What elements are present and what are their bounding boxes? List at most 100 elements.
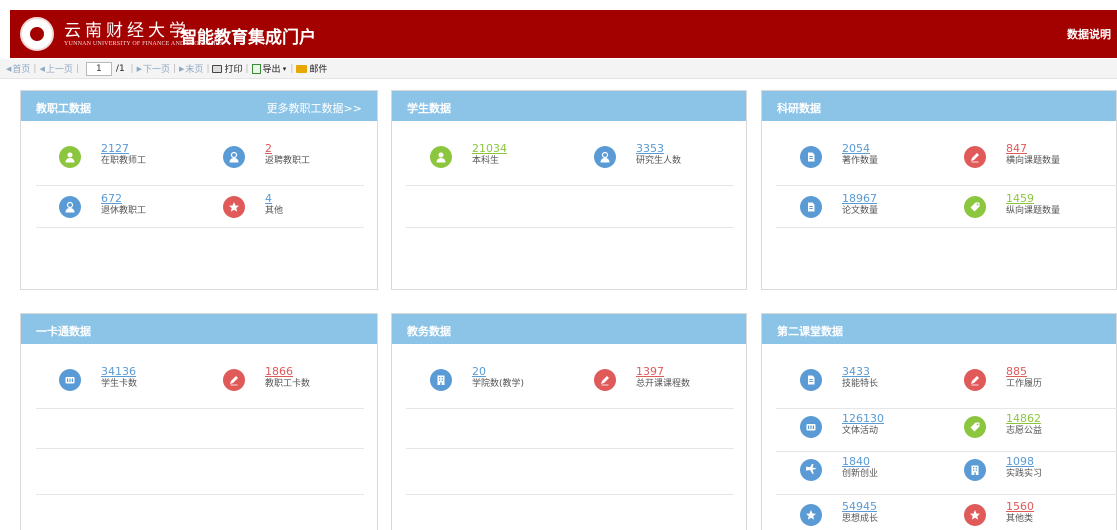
stat-label: 创新创业: [842, 469, 879, 479]
stat-value-link[interactable]: 2: [265, 143, 310, 155]
top-header: 云南财经大学 YUNNAN UNIVERSITY OF FINANCE AND …: [10, 10, 1117, 58]
stat-value-link[interactable]: 1098: [1006, 456, 1042, 468]
last-page-label: 末页: [185, 65, 204, 75]
stat-label: 研究生人数: [636, 156, 682, 166]
pencil-icon: [964, 146, 986, 168]
stat-item: 20 学院数(教学): [430, 366, 524, 391]
stat-value-link[interactable]: 54945: [842, 501, 878, 513]
first-page-button[interactable]: ◀ 首页: [6, 62, 31, 76]
stat-value-link[interactable]: 672: [101, 193, 146, 205]
stat-value-link[interactable]: 1459: [1006, 193, 1060, 205]
stat-value-link[interactable]: 2054: [842, 143, 878, 155]
stat-value-link[interactable]: 18967: [842, 193, 878, 205]
stat-label: 本科生: [472, 156, 500, 166]
document-icon: [800, 146, 822, 168]
stat-value-link[interactable]: 20: [472, 366, 524, 378]
person-icon: [59, 146, 81, 168]
row-divider: [776, 494, 1117, 495]
one-card-data-card: 一卡通数据 34136 学生卡数 1866 教职工卡数: [20, 313, 378, 530]
stat-value-link[interactable]: 34136: [101, 366, 137, 378]
mail-button[interactable]: 邮件: [296, 62, 327, 75]
stat-value-link[interactable]: 4: [265, 193, 283, 205]
person-icon: [430, 146, 452, 168]
stat-label: 其他类: [1006, 514, 1034, 524]
document-icon: [800, 369, 822, 391]
stat-label: 技能特长: [842, 379, 879, 389]
printer-icon: [212, 64, 223, 73]
card-header: 科研数据: [762, 91, 1116, 121]
page-total: /1: [115, 63, 125, 74]
stat-item: 672 退休教职工: [59, 193, 146, 218]
toolbar-separator: |: [245, 63, 249, 74]
export-button[interactable]: 导出 ▾: [251, 62, 288, 75]
stat-item: 126130 文体活动: [800, 413, 884, 438]
row-divider: [406, 494, 734, 495]
student-data-card: 学生数据 21034 本科生 3353 研究生人数: [391, 90, 747, 290]
stat-item: 885 工作履历: [964, 366, 1042, 391]
more-staff-data-link[interactable]: 更多教职工数据>>: [267, 100, 362, 116]
building-icon: [430, 369, 452, 391]
mail-label: 邮件: [309, 65, 328, 75]
stat-label: 学院数(教学): [472, 379, 525, 389]
stat-item: 14862 志愿公益: [964, 413, 1042, 438]
stat-label: 工作履历: [1006, 379, 1043, 389]
star-icon: [800, 504, 822, 526]
stat-value-link[interactable]: 885: [1006, 366, 1042, 378]
card-header: 第二课堂数据: [762, 314, 1116, 344]
row-divider: [36, 448, 364, 449]
first-page-icon: ◀: [6, 64, 12, 73]
stat-item: 2 返聘教职工: [223, 143, 310, 168]
first-page-label: 首页: [12, 65, 31, 75]
export-label: 导出: [262, 65, 281, 75]
export-icon: [251, 63, 261, 74]
last-page-button[interactable]: ▶ 末页: [179, 62, 204, 76]
stat-item: 1459 纵向课题数量: [964, 193, 1060, 218]
row-divider: [36, 408, 364, 409]
stat-label: 总开课课程数: [636, 379, 691, 389]
stat-value-link[interactable]: 1840: [842, 456, 878, 468]
stat-value-link[interactable]: 1866: [265, 366, 310, 378]
stat-item: 3433 技能特长: [800, 366, 878, 391]
university-name: 云南财经大学: [64, 21, 190, 41]
stat-value-link[interactable]: 1397: [636, 366, 690, 378]
stat-item: 18967 论文数量: [800, 193, 878, 218]
print-button[interactable]: 打印: [212, 62, 243, 75]
page-number-input[interactable]: [85, 61, 112, 76]
id-card-icon: [59, 369, 81, 391]
stat-value-link[interactable]: 1560: [1006, 501, 1034, 513]
card-title: 学生数据: [407, 102, 451, 115]
prev-page-label: 上一页: [45, 65, 73, 75]
stat-label: 实践实习: [1006, 469, 1043, 479]
person-badge-icon: [594, 146, 616, 168]
star-icon: [964, 504, 986, 526]
stat-item: 2054 著作数量: [800, 143, 878, 168]
stat-value-link[interactable]: 3353: [636, 143, 681, 155]
portal-title: 智能教育集成门户: [180, 28, 316, 48]
chevron-down-icon: ▾: [280, 64, 287, 73]
stat-item: 34136 学生卡数: [59, 366, 137, 391]
stat-value-link[interactable]: 14862: [1006, 413, 1042, 425]
toolbar-separator: |: [206, 63, 210, 74]
prev-page-button[interactable]: ◀ 上一页: [39, 62, 73, 76]
data-description-link[interactable]: 数据说明: [1067, 26, 1111, 42]
pencil-icon: [964, 369, 986, 391]
stat-item: 847 横向课题数量: [964, 143, 1060, 168]
stat-item: 4 其他: [223, 193, 283, 218]
stat-value-link[interactable]: 3433: [842, 366, 878, 378]
stat-value-link[interactable]: 847: [1006, 143, 1060, 155]
row-divider: [36, 494, 364, 495]
card-title: 一卡通数据: [36, 325, 91, 338]
pencil-icon: [594, 369, 616, 391]
row-divider: [36, 185, 364, 186]
toolbar-separator: |: [33, 63, 37, 74]
stat-value-link[interactable]: 126130: [842, 413, 884, 425]
id-card-icon: [800, 416, 822, 438]
stat-label: 纵向课题数量: [1006, 206, 1061, 216]
staff-data-card: 教职工数据 更多教职工数据>> 2127 在职教师工 2 返聘教职工 672 退休教职…: [20, 90, 378, 290]
next-page-button[interactable]: ▶ 下一页: [137, 62, 170, 76]
stat-value-link[interactable]: 21034: [472, 143, 507, 155]
card-title: 第二课堂数据: [777, 325, 843, 338]
stat-value-link[interactable]: 2127: [101, 143, 146, 155]
stat-item: 1866 教职工卡数: [223, 366, 310, 391]
card-title: 教职工数据: [36, 102, 91, 115]
